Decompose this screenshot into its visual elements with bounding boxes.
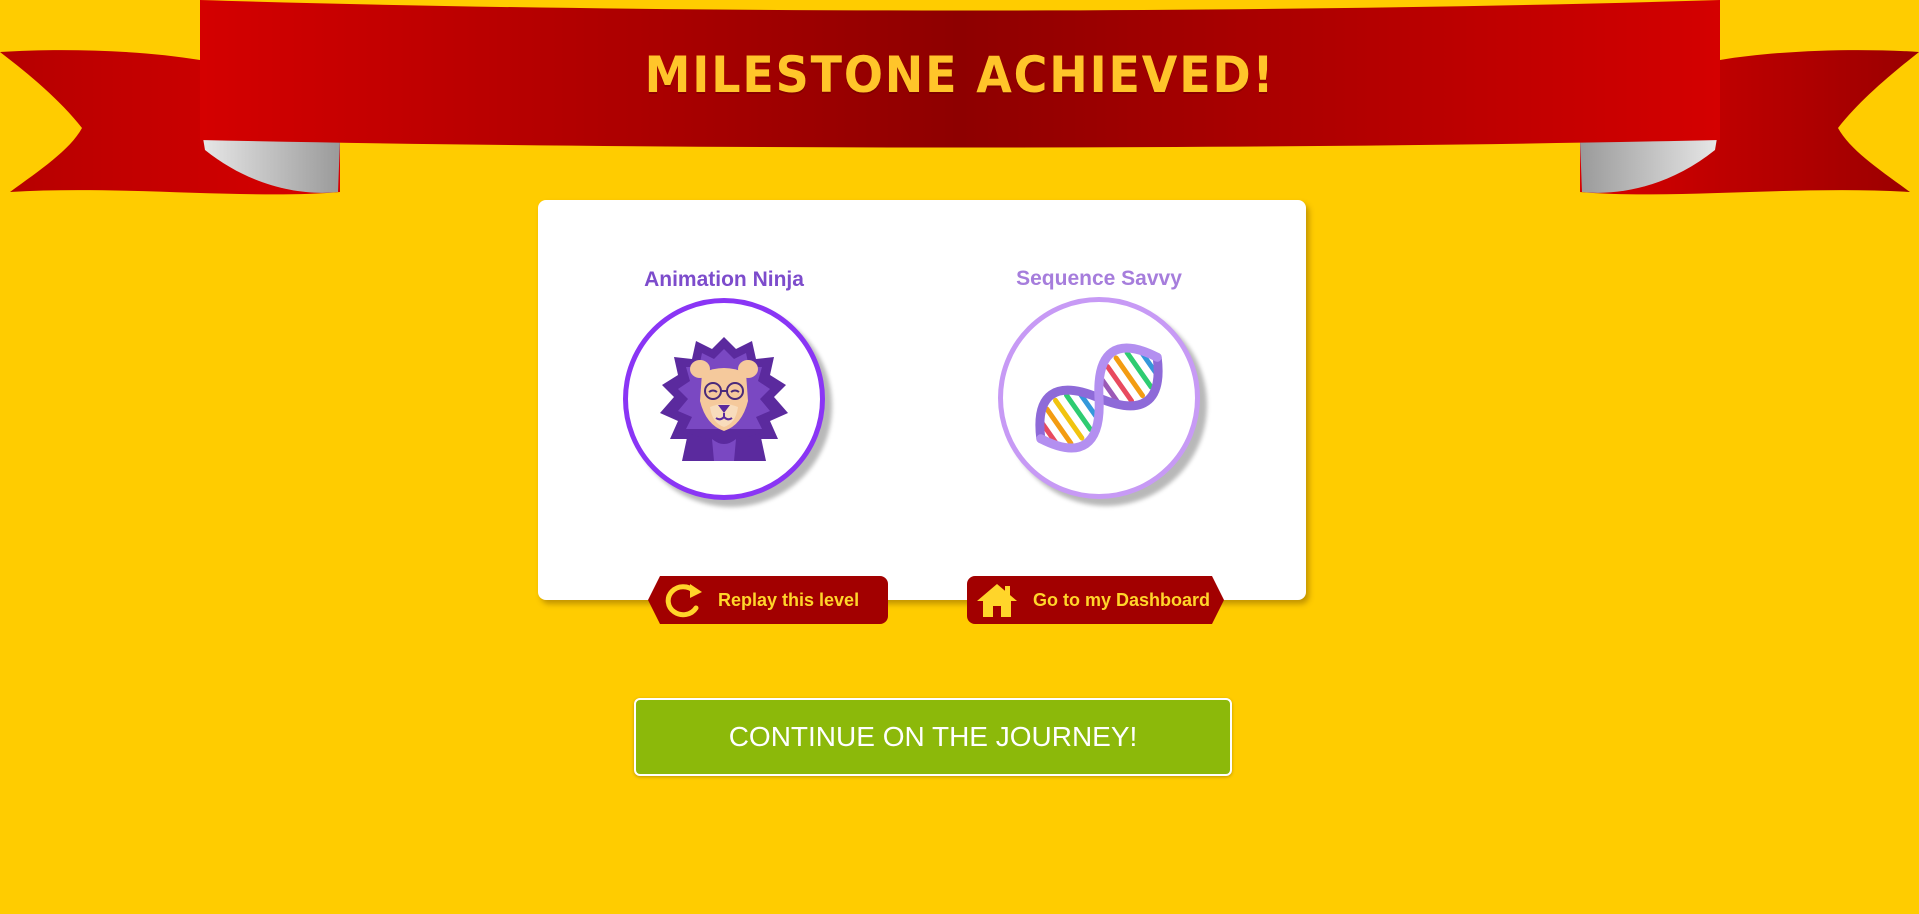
badge-circle [998, 297, 1200, 499]
badge-label: Sequence Savvy [1016, 267, 1182, 290]
replay-icon [662, 582, 704, 618]
badge-circle [623, 298, 825, 500]
badges-card: Animation Ninja Sequence Savvy [538, 200, 1306, 600]
home-icon [975, 581, 1019, 619]
badge-label: Animation Ninja [644, 268, 804, 291]
banner-title: MILESTONE ACHIEVED! [644, 46, 1276, 104]
dashboard-label: Go to my Dashboard [1033, 589, 1211, 610]
badge-sequence-savvy: Sequence Savvy [969, 267, 1229, 499]
dna-icon [1035, 343, 1163, 453]
lion-icon [660, 337, 788, 461]
replay-level-label: Replay this level [718, 589, 860, 610]
dashboard-button[interactable]: Go to my Dashboard [967, 576, 1224, 624]
badge-animation-ninja: Animation Ninja [594, 268, 854, 500]
milestone-banner: MILESTONE ACHIEVED! [0, 0, 1919, 200]
replay-level-button[interactable]: Replay this level [648, 576, 888, 624]
continue-journey-button[interactable]: CONTINUE ON THE JOURNEY! [634, 698, 1232, 776]
